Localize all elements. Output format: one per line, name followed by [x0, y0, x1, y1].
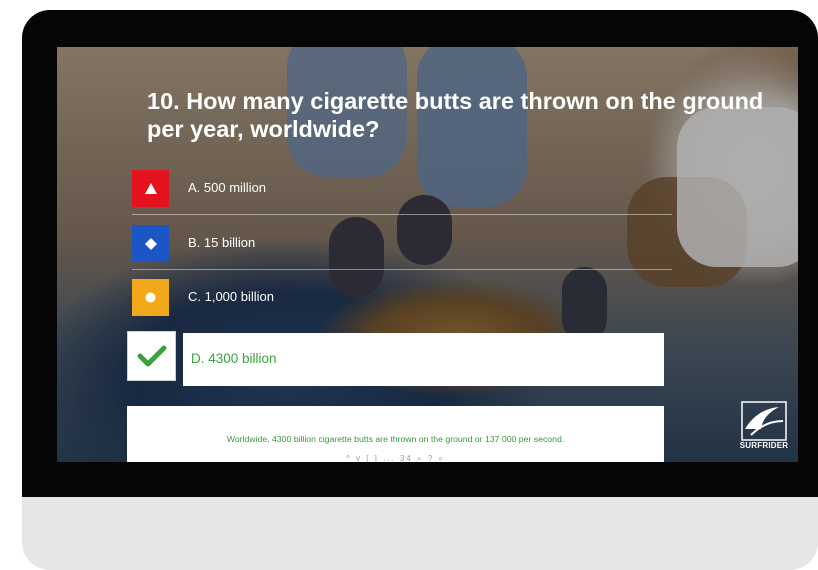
answer-divider: [132, 269, 672, 270]
answer-option-d-correct[interactable]: D. 4300 billion: [183, 333, 664, 386]
explanation-text: Worldwide, 4300 billion cigarette butts …: [226, 434, 565, 444]
triangle-icon: [132, 170, 169, 207]
diamond-icon: [132, 225, 169, 262]
quiz-slide: 10. How many cigarette butts are thrown …: [57, 47, 798, 462]
viewer-toolbar[interactable]: ^ v [ ] ... 34 ⌕ ? ⌕: [127, 454, 664, 462]
circle-icon: [132, 279, 169, 316]
answer-option-c[interactable]: C. 1,000 billion: [132, 279, 672, 316]
explanation-panel: Worldwide, 4300 billion cigarette butts …: [127, 406, 664, 462]
question-title: 10. How many cigarette butts are thrown …: [147, 88, 764, 142]
monitor-bezel: 10. How many cigarette butts are thrown …: [22, 10, 818, 497]
answer-label: A. 500 million: [188, 180, 267, 195]
check-icon: [127, 331, 176, 381]
answer-option-a[interactable]: A. 500 million: [132, 170, 672, 215]
answer-label: B. 15 billion: [188, 235, 256, 250]
answer-option-b[interactable]: B. 15 billion: [132, 225, 672, 270]
answer-divider: [132, 214, 672, 215]
monitor-frame: 10. How many cigarette butts are thrown …: [22, 10, 818, 570]
logo-text: SURFRIDER: [739, 441, 789, 450]
surfrider-logo: SURFRIDER: [739, 399, 789, 455]
answer-label: C. 1,000 billion: [188, 289, 274, 304]
correct-answer-label: D. 4300 billion: [191, 351, 277, 366]
wave-logo-icon: [741, 401, 787, 441]
